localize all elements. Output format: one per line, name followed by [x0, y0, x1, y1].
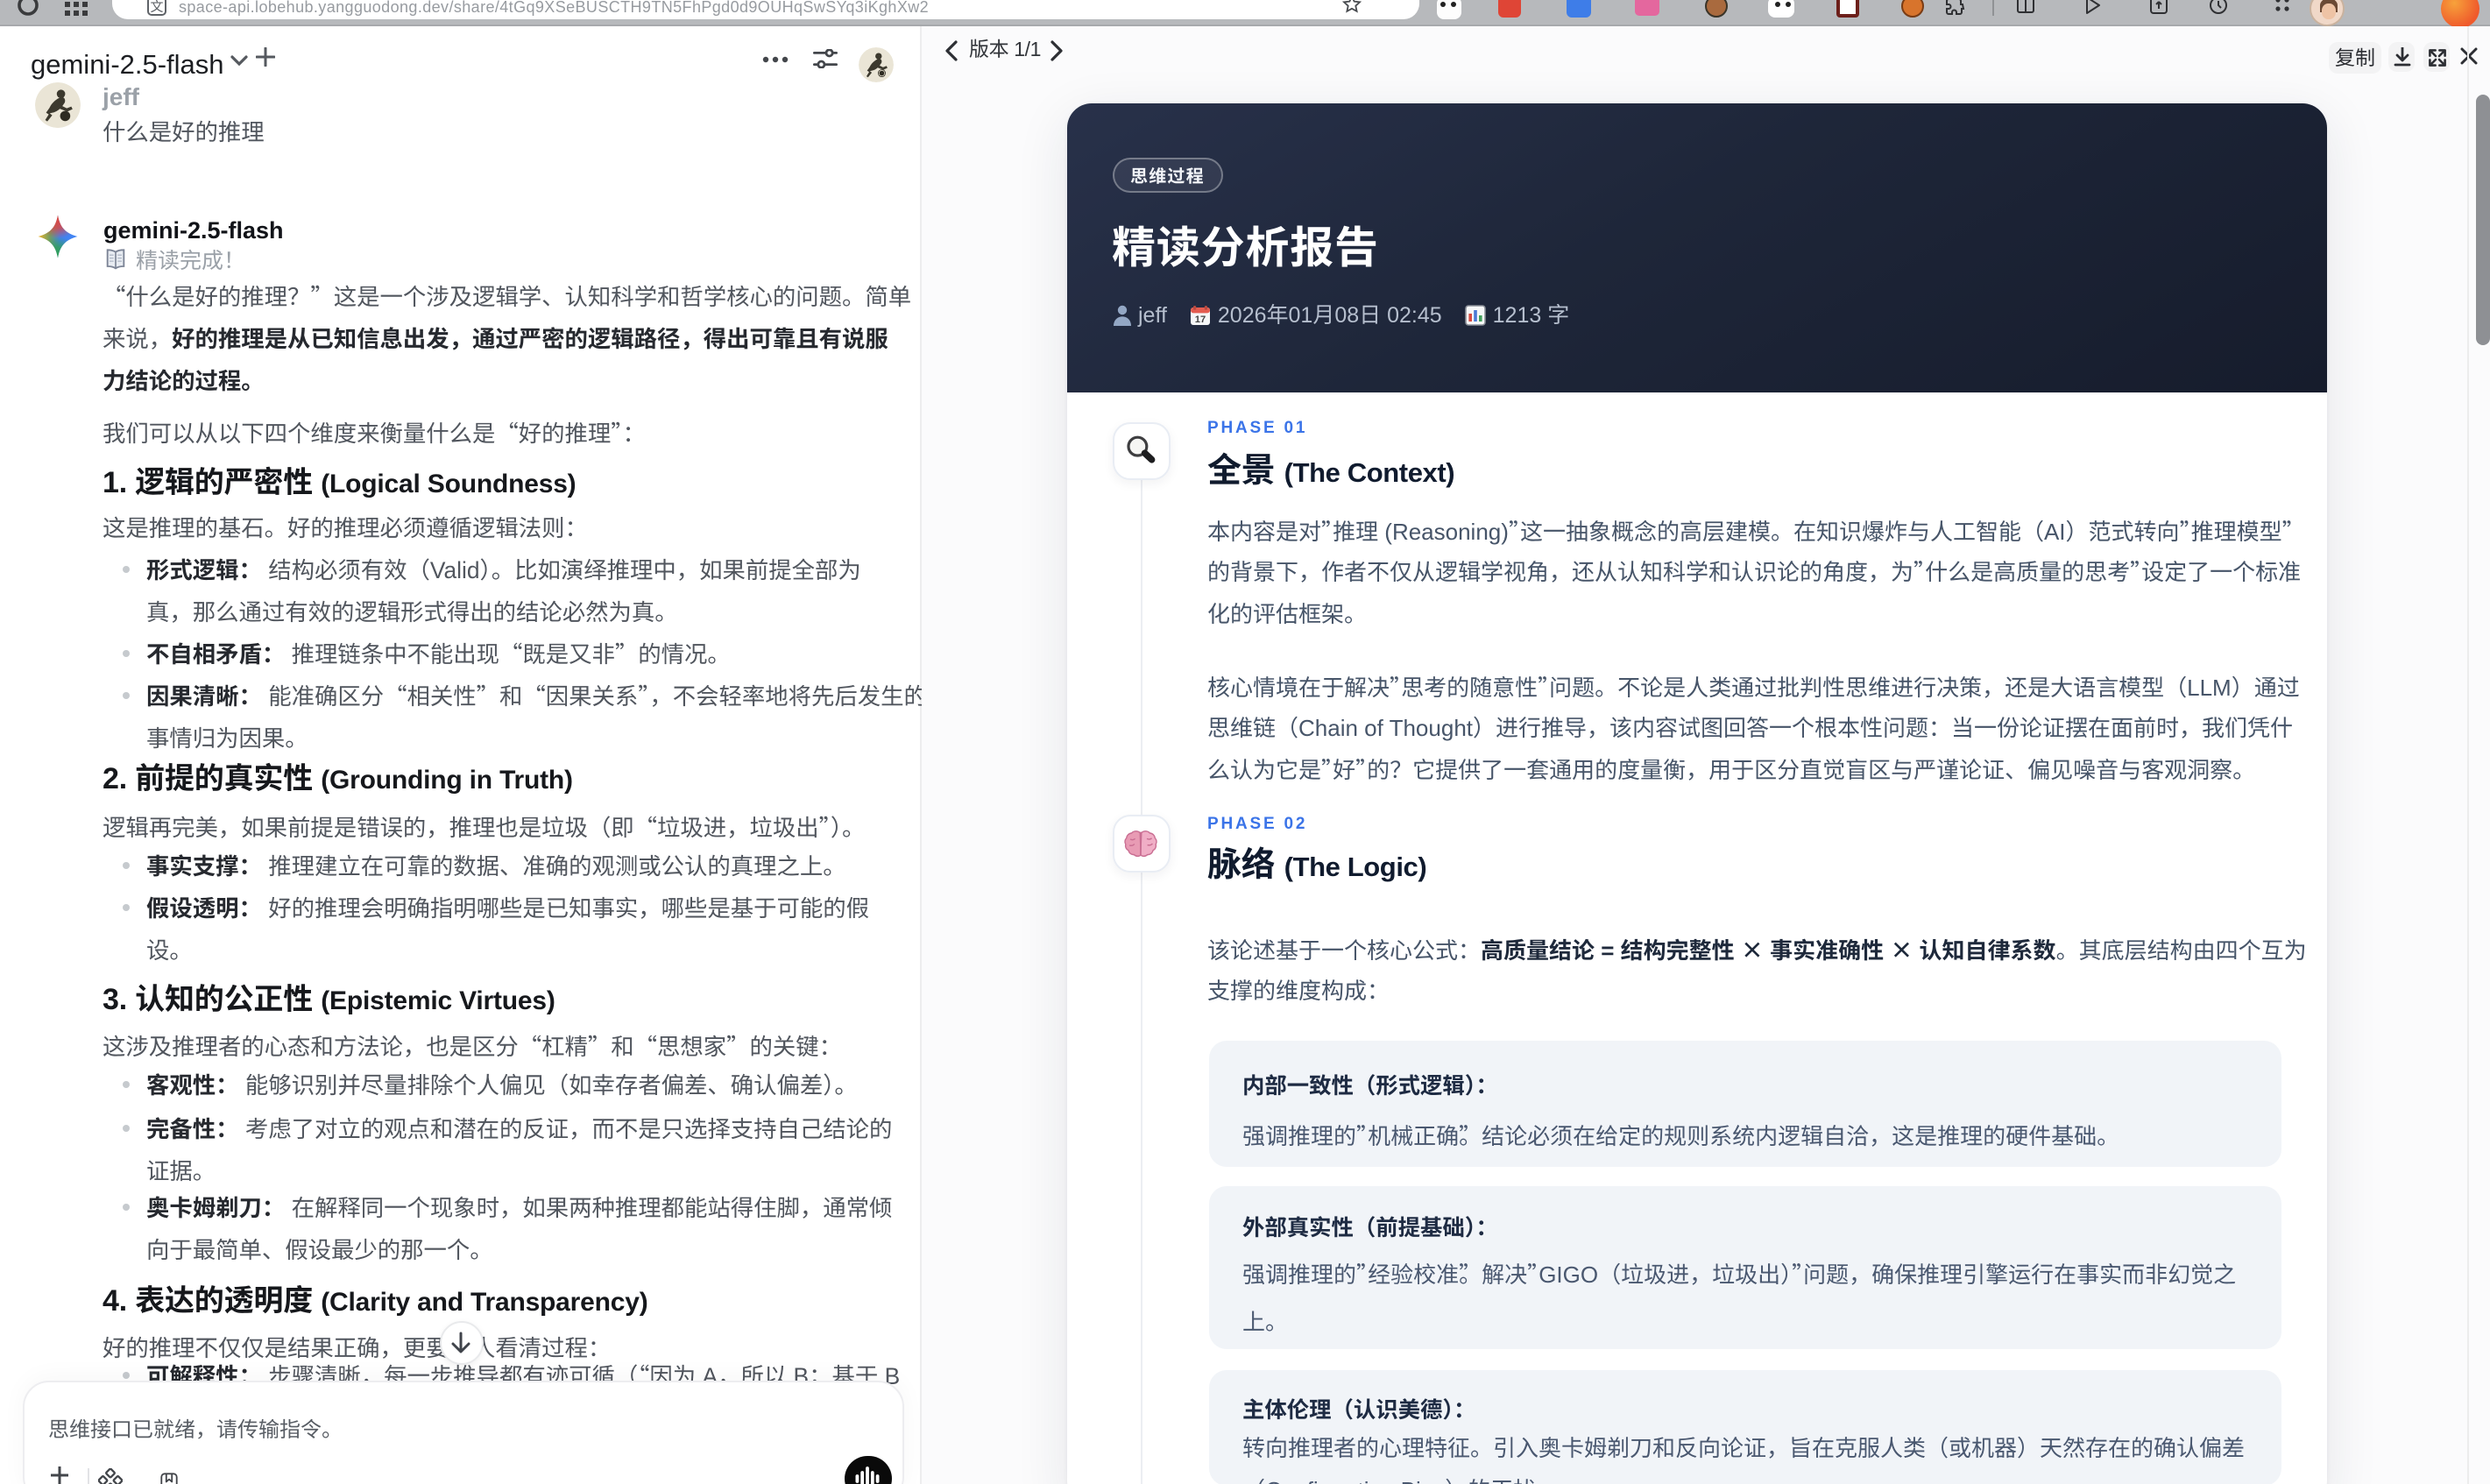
svg-text:17: 17	[1195, 312, 1206, 326]
svg-text:文: 文	[150, 0, 163, 14]
